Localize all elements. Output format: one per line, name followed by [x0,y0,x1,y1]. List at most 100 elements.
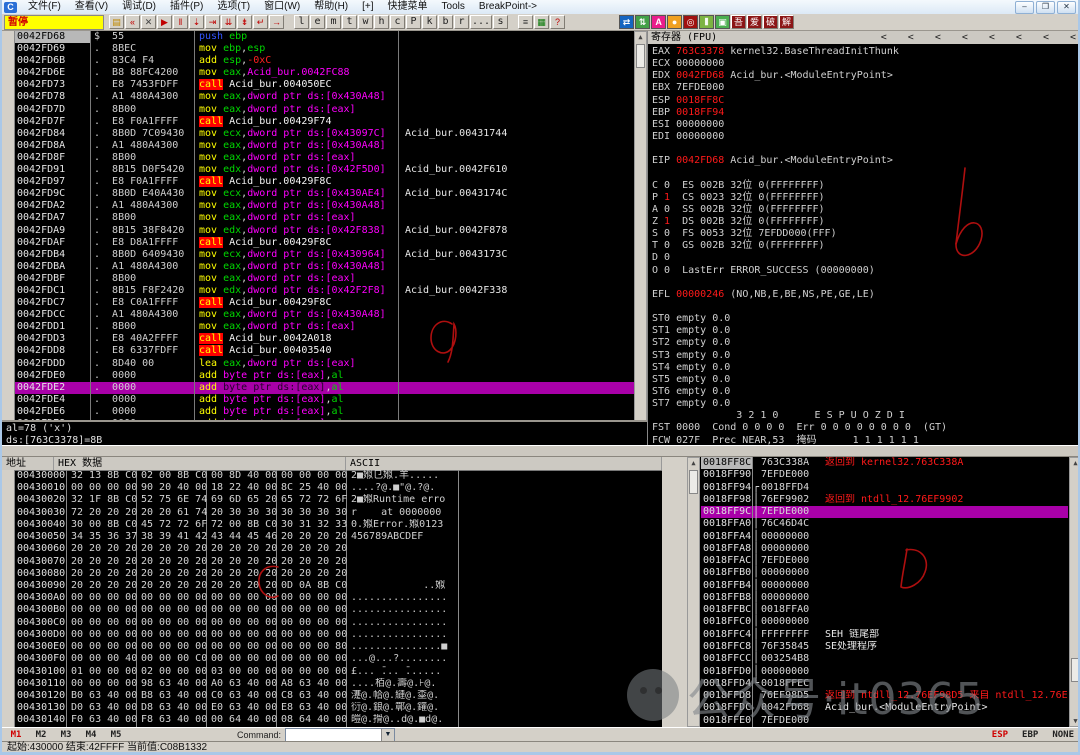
dump-row[interactable]: 0043004030 00 8B C045 72 72 6F72 00 8B C… [15,519,662,531]
register-line[interactable]: S 0 FS 0053 32位 7EFDD000(FFF) [652,228,1080,240]
window-button-m[interactable]: m [326,15,341,29]
window-button-h[interactable]: h [374,15,389,29]
close-button[interactable]: ✕ [1057,1,1076,14]
dump-row[interactable]: 004300B000 00 00 0000 00 00 0000 00 00 0… [15,604,662,616]
disasm-row[interactable]: 0042FDCC. A1 480A4300mov eax,dword ptr d… [15,309,634,321]
register-line[interactable] [652,277,1080,289]
restart-icon[interactable]: « [125,15,140,29]
scroll-up-icon[interactable]: ▲ [1070,458,1080,468]
menu-item[interactable]: Tools [435,0,472,14]
registers-pane[interactable]: 寄存器 (FPU) <<<<<<<< EAX 763C3378 kernel32… [647,31,1080,445]
register-line[interactable]: EAX 763C3378 kernel32.BaseThreadInitThun… [652,46,1080,58]
disasm-row[interactable]: 0042FDE0. 0000add byte ptr ds:[eax],al [15,370,634,382]
stack-row[interactable]: 0018FFC0│00000000 [701,616,1068,628]
disassembly-pane[interactable]: 0042FD68$ 55push ebp0042FD69. 8BECmov eb… [2,31,647,445]
stack-row[interactable]: 0018FFBC│0018FFA0 [701,604,1068,616]
register-line[interactable]: ESI 00000000 [652,119,1080,131]
register-line[interactable]: A 0 SS 002B 32位 0(FFFFFFFF) [652,204,1080,216]
scroll-up-icon[interactable]: ▲ [688,458,699,468]
dump-row[interactable]: 004300A000 00 00 0000 00 00 0000 00 00 0… [15,592,662,604]
scroll-thumb[interactable] [1071,658,1080,682]
open-file-icon[interactable]: ▤ [109,15,124,29]
disasm-row[interactable]: 0042FDD8. E8 6337FDFFcall Acid_bur.00403… [15,345,634,357]
goto-icon[interactable]: → [269,15,284,29]
pause-icon[interactable]: ‖ [173,15,188,29]
disasm-row[interactable]: 0042FD8F. 8B00mov eax,dword ptr ds:[eax] [15,152,634,164]
disasm-row[interactable]: 0042FDB4. 8B0D 6409430mov ecx,dword ptr … [15,249,634,261]
stack-row[interactable]: 0018FF94┌0018FFD4 [701,482,1068,494]
window-button-[interactable]: ... [470,15,492,29]
disasm-row[interactable]: 0042FD68$ 55push ebp [15,31,634,43]
dump-row[interactable]: 004300E000 00 00 0000 00 00 0000 00 00 0… [15,641,662,653]
dump-row[interactable]: 0043006020 20 20 2020 20 20 2020 20 20 2… [15,543,662,555]
dump-row[interactable]: 0043007020 20 20 2020 20 20 2020 20 20 2… [15,556,662,568]
stack-row[interactable]: 0018FFE07EFDE000 [701,715,1068,727]
register-line[interactable]: ECX 00000000 [652,58,1080,70]
pane-splitter[interactable] [2,445,1080,457]
stack-left-scrollbar[interactable]: ▲ [687,457,700,727]
help-icon[interactable]: ? [550,15,565,29]
register-line[interactable]: P 1 CS 0023 32位 0(FFFFFFFF) [652,192,1080,204]
disasm-row[interactable]: 0042FDC1. 8B15 F8F2420mov edx,dword ptr … [15,285,634,297]
stack-row[interactable]: 0018FFB4│00000000 [701,580,1068,592]
dump-left-scrollbar[interactable] [2,470,15,727]
menu-item[interactable]: [+] [355,0,380,14]
sync-icon[interactable]: ⇄ [619,15,634,29]
scroll-up-icon[interactable]: ▲ [635,32,646,42]
disasm-row[interactable]: 0042FDA2. A1 480A4300mov eax,dword ptr d… [15,200,634,212]
window-button-w[interactable]: w [358,15,373,29]
window-button-r[interactable]: r [454,15,469,29]
pane-title-mark[interactable]: < [1043,31,1049,44]
register-line[interactable]: 3 2 1 0 E S P U O Z D I [652,410,1080,422]
menu-item[interactable]: BreakPoint-> [472,0,544,14]
register-line[interactable]: ST7 empty 0.0 [652,398,1080,410]
command-combobox[interactable]: ▼ [285,728,395,742]
window-button-P[interactable]: P [406,15,421,29]
stack-row[interactable]: 0018FFDC0042FD68Acid_bur.<ModuleEntryPoi… [701,702,1068,714]
disasm-row[interactable]: 0042FDE4. 0000add byte ptr ds:[eax],al [15,394,634,406]
dump-row[interactable]: 004300F000 00 00 4000 00 00 C000 00 00 0… [15,653,662,665]
window-button-s[interactable]: s [493,15,508,29]
close-program-icon[interactable]: ✕ [141,15,156,29]
register-line[interactable]: EBP 0018FF94 [652,107,1080,119]
disasm-row[interactable]: 0042FDC7. E8 C0A1FFFFcall Acid_bur.00429… [15,297,634,309]
disasm-row[interactable]: 0042FDDD. 8D40 00lea eax,dword ptr ds:[e… [15,358,634,370]
scroll-thumb[interactable] [636,44,645,68]
dump-row[interactable]: 0043002032 1F 8B C052 75 6E 7469 6D 65 2… [15,494,662,506]
register-line[interactable]: EDI 00000000 [652,131,1080,143]
combobox-dropdown-icon[interactable]: ▼ [381,729,394,741]
animate-over-icon[interactable]: ⇟ [237,15,252,29]
stack-pane[interactable]: ▲ 0018FF8C763C338A返回到 kernel32.763C338A0… [687,457,1080,727]
mark-button-m2[interactable]: M2 [30,729,52,741]
mark-button-m1[interactable]: M1 [5,729,27,741]
disasm-row[interactable]: 0042FDA7. 8B00mov eax,dword ptr ds:[eax] [15,212,634,224]
register-line[interactable]: T 0 GS 002B 32位 0(FFFFFFFF) [652,240,1080,252]
disasm-row[interactable]: 0042FDAF. E8 D8A1FFFFcall Acid_bur.00429… [15,237,634,249]
hex-dump-pane[interactable]: 地址 HEX 数据 ASCII 0043000032 13 8B C002 00… [2,457,662,727]
register-line[interactable]: O 0 LastErr ERROR_SUCCESS (00000000) [652,265,1080,277]
dump-row[interactable]: 0043005034 35 36 3738 39 41 4243 44 45 4… [15,531,662,543]
disasm-row[interactable]: 0042FD84. 8B0D 7C09430mov ecx,dword ptr … [15,128,634,140]
disasm-row[interactable]: 0042FDBF. 8B00mov eax,dword ptr ds:[eax] [15,273,634,285]
register-line[interactable]: C 0 ES 002B 32位 0(FFFFFFFF) [652,180,1080,192]
plugin-button-吾[interactable]: 吾 [731,15,746,29]
stack-row[interactable]: 0018FFD4└0018FFEC [701,678,1068,690]
pane-title-mark[interactable]: < [908,31,914,44]
register-line[interactable]: ST5 empty 0.0 [652,374,1080,386]
disasm-row[interactable]: 0042FDBA. A1 480A4300mov eax,dword ptr d… [15,261,634,273]
window-button-c[interactable]: c [390,15,405,29]
register-line[interactable]: EBX 7EFDE000 [652,82,1080,94]
plugin-button-爱[interactable]: 爱 [747,15,762,29]
disasm-row[interactable]: 0042FD9C. 8B0D E40A430mov ecx,dword ptr … [15,188,634,200]
register-line[interactable]: Z 1 DS 002B 32位 0(FFFFFFFF) [652,216,1080,228]
window-button-k[interactable]: k [422,15,437,29]
window-button-l[interactable]: l [294,15,309,29]
window-button-e[interactable]: e [310,15,325,29]
pane-title-mark[interactable]: < [1070,31,1076,44]
stack-row[interactable]: 0018FFC8│76F35845SE处理程序 [701,641,1068,653]
register-line[interactable]: ST2 empty 0.0 [652,337,1080,349]
dump-row[interactable]: 00430130D0 63 40 00D8 63 40 00E0 63 40 0… [15,702,662,714]
disasm-row[interactable]: 0042FD69. 8BECmov ebp,esp [15,43,634,55]
disasm-row[interactable]: 0042FD78. A1 480A4300mov eax,dword ptr d… [15,91,634,103]
stack-row[interactable]: 0018FFB0│00000000 [701,567,1068,579]
